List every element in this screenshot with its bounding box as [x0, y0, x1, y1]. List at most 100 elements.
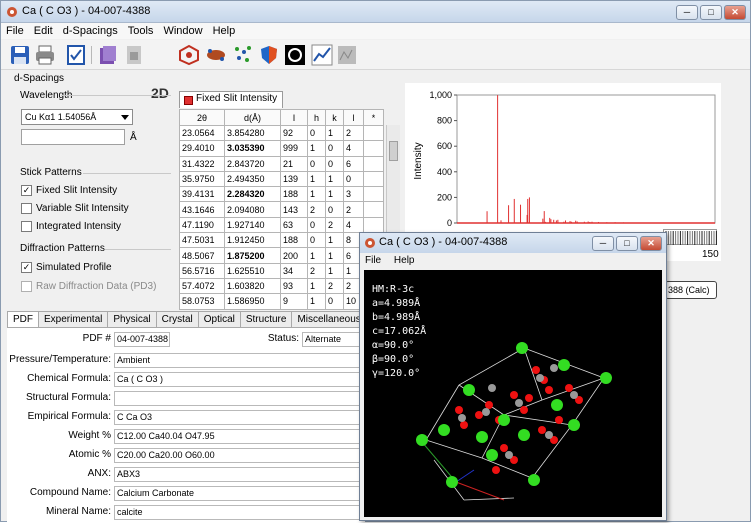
menu-d-spacings[interactable]: d-Spacings [58, 23, 123, 39]
points-icon[interactable] [232, 44, 254, 66]
tab-fixed-slit-intensity[interactable]: Fixed Slit Intensity [179, 91, 284, 108]
pattern-icon[interactable] [336, 44, 358, 66]
series-color-swatch [184, 96, 193, 105]
table-row[interactable]: 39.4131 2.284320 188 1 1 3 [179, 186, 384, 203]
tab-miscellaneous[interactable]: Miscellaneous [291, 311, 367, 327]
legend-entry[interactable]: 388 (Calc) [665, 281, 717, 299]
col-star[interactable]: * [363, 109, 384, 126]
print-icon[interactable] [34, 44, 56, 66]
table-cell: 39.4131 [179, 186, 225, 203]
wavelength-select[interactable]: Cu Kα1 1.54056Å [21, 109, 133, 125]
close-button[interactable]: ✕ [724, 5, 746, 20]
table-cell: 58.0753 [179, 293, 225, 310]
fixed-slit-checkbox[interactable]: ✓ [21, 185, 32, 196]
form-field[interactable]: ABX3 [114, 467, 362, 482]
col-d[interactable]: d(Å) [224, 109, 281, 126]
calcium-atom [438, 424, 450, 436]
table-cell: 4 [343, 140, 364, 157]
col-h[interactable]: h [307, 109, 326, 126]
table-cell [363, 186, 384, 203]
popup-menu-help[interactable]: Help [389, 255, 420, 266]
form-field[interactable] [114, 391, 362, 406]
table-row[interactable]: 31.4322 2.843720 21 0 0 6 [179, 155, 384, 172]
form-label: Atomic % [68, 449, 111, 460]
table-cell: 1 [307, 170, 326, 188]
table-cell [363, 155, 384, 172]
app-icon [365, 238, 375, 248]
table-cell: 1 [307, 277, 326, 295]
pdf-number-label: PDF # [82, 333, 111, 344]
table-cell: 2 [307, 262, 326, 279]
table-cell: 2 [343, 124, 364, 142]
menu-window[interactable]: Window [158, 23, 207, 39]
table-row[interactable]: 29.4010 3.035390 999 1 0 4 [179, 140, 384, 157]
ring-icon[interactable] [284, 44, 306, 66]
lattice-icon[interactable] [205, 44, 227, 66]
pdf-number-field[interactable]: 04-007-4388 [114, 332, 170, 347]
raw-diffraction-checkbox[interactable] [21, 281, 32, 292]
simulated-profile-checkbox[interactable]: ✓ [21, 262, 32, 273]
table-row[interactable]: 56.5716 1.625510 34 2 1 1 [179, 262, 384, 279]
form-field[interactable]: Ambient [114, 353, 362, 368]
form-label: Mineral Name: [45, 506, 111, 517]
scroll-thumb[interactable] [389, 141, 398, 161]
table-cell: 1 [307, 247, 326, 264]
col-k[interactable]: k [325, 109, 344, 126]
table-cell: 1 [325, 170, 344, 188]
popup-title: Ca ( C O3 ) - 04-007-4388 [379, 236, 508, 248]
checklist-icon[interactable] [65, 44, 87, 66]
maximize-button[interactable]: □ [700, 5, 722, 20]
col-l[interactable]: l [343, 109, 364, 126]
table-row[interactable]: 47.1190 1.927140 63 0 2 4 [179, 216, 384, 234]
save-icon[interactable] [9, 44, 31, 66]
popup-close-button[interactable]: ✕ [640, 236, 662, 251]
view-2d-button[interactable]: 2D [151, 85, 169, 101]
form-field[interactable]: Calcium Carbonate [114, 486, 362, 501]
integrated-intensity-checkbox[interactable] [21, 221, 32, 232]
col-i[interactable]: I [280, 109, 308, 126]
menu-help[interactable]: Help [208, 23, 241, 39]
table-row[interactable]: 43.1646 2.094080 143 2 0 2 [179, 201, 384, 218]
x-tick-label: 150 [702, 249, 719, 260]
table-row[interactable]: 23.0564 3.854280 92 0 1 2 [179, 124, 384, 142]
minimize-button[interactable]: ─ [676, 5, 698, 20]
table-row[interactable]: 35.9750 2.494350 139 1 1 0 [179, 170, 384, 188]
carbon-atom [458, 414, 466, 422]
form-field[interactable]: Ca ( C O3 ) [114, 372, 362, 387]
oxygen-atom [485, 401, 493, 409]
tab-structure[interactable]: Structure [239, 311, 293, 327]
form-field[interactable]: C12.00 Ca40.04 O47.95 [114, 429, 362, 444]
form-field[interactable]: calcite [114, 505, 362, 520]
tab-physical[interactable]: Physical [107, 311, 157, 327]
crystal-3d-view[interactable]: HM:R-3c a=4.989Å b=4.989Å c=17.062Å α=90.0° β… [364, 270, 662, 517]
table-cell: 6 [343, 155, 364, 172]
table-row[interactable]: 48.5067 1.875200 200 1 1 6 [179, 247, 384, 264]
table-cell: 63 [280, 216, 308, 234]
structure-icon[interactable] [178, 44, 200, 66]
form-field[interactable]: C Ca O3 [114, 410, 362, 425]
line-chart-icon[interactable] [311, 44, 333, 66]
form-field[interactable]: C20.00 Ca20.00 O60.00 [114, 448, 362, 463]
title-bar: Ca ( C O3 ) - 04-007-4388 ─ □ ✕ [1, 1, 750, 23]
table-row[interactable]: 47.5031 1.912450 188 0 1 8 [179, 232, 384, 249]
popup-minimize-button[interactable]: ─ [592, 236, 614, 251]
popup-maximize-button[interactable]: □ [616, 236, 638, 251]
wavelength-input[interactable] [21, 129, 125, 145]
carbon-atom [545, 431, 553, 439]
book-icon[interactable] [97, 44, 119, 66]
menu-edit[interactable]: Edit [29, 23, 58, 39]
tab-experimental[interactable]: Experimental [38, 311, 109, 327]
menu-tools[interactable]: Tools [123, 23, 159, 39]
popup-menu-file[interactable]: File [360, 255, 386, 266]
shield-icon[interactable] [258, 44, 280, 66]
table-row[interactable]: 58.0753 1.586950 9 1 0 10 [179, 293, 384, 310]
variable-slit-checkbox[interactable] [21, 203, 32, 214]
tab-crystal[interactable]: Crystal [155, 311, 199, 327]
table-row[interactable]: 57.4072 1.603820 93 1 2 2 [179, 277, 384, 295]
menu-file[interactable]: File [1, 23, 29, 39]
tab-optical[interactable]: Optical [197, 311, 241, 327]
tab-pdf[interactable]: PDF [7, 311, 39, 328]
unit-cell-edge [463, 497, 515, 501]
export-icon[interactable] [123, 44, 145, 66]
col-2theta[interactable]: 2θ [179, 109, 225, 126]
